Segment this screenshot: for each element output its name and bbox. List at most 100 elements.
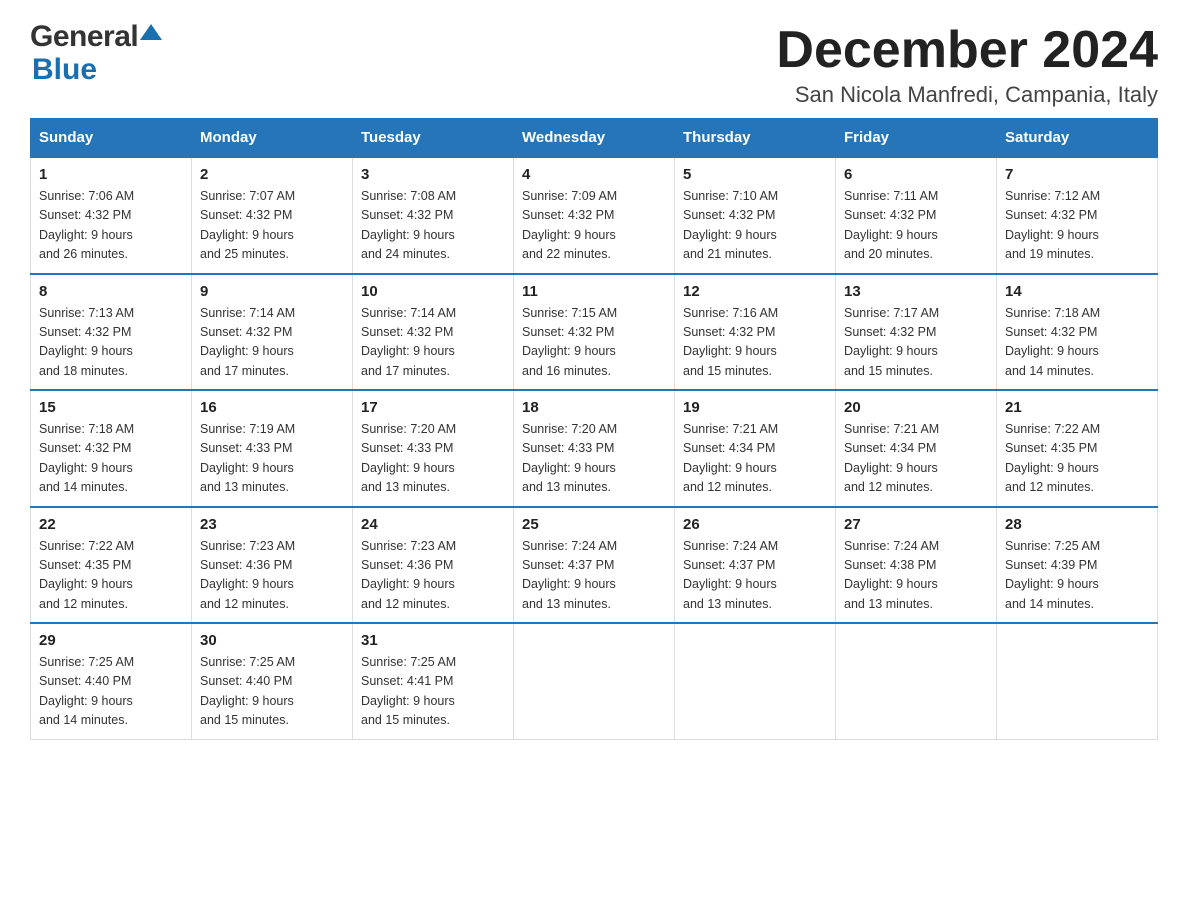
table-row: 20 Sunrise: 7:21 AMSunset: 4:34 PMDayligh…	[836, 390, 997, 507]
day-info: Sunrise: 7:07 AMSunset: 4:32 PMDaylight:…	[200, 187, 344, 265]
day-info: Sunrise: 7:12 AMSunset: 4:32 PMDaylight:…	[1005, 187, 1149, 265]
day-info: Sunrise: 7:17 AMSunset: 4:32 PMDaylight:…	[844, 304, 988, 382]
day-number: 13	[844, 283, 988, 300]
day-info: Sunrise: 7:22 AMSunset: 4:35 PMDaylight:…	[39, 537, 183, 615]
day-info: Sunrise: 7:18 AMSunset: 4:32 PMDaylight:…	[39, 420, 183, 498]
table-row: 19Sunrise: 7:21 AMSunset: 4:34 PMDayligh…	[675, 390, 836, 507]
day-number: 27	[844, 516, 988, 533]
table-row: 28Sunrise: 7:25 AMSunset: 4:39 PMDayligh…	[997, 507, 1158, 624]
day-number: 30	[200, 632, 344, 649]
day-number: 23	[200, 516, 344, 533]
day-number: 26	[683, 516, 827, 533]
day-info: Sunrise: 7:08 AMSunset: 4:32 PMDaylight:…	[361, 187, 505, 265]
day-number: 2	[200, 166, 344, 183]
day-number: 10	[361, 283, 505, 300]
day-info: Sunrise: 7:23 AMSunset: 4:36 PMDaylight:…	[361, 537, 505, 615]
day-number: 28	[1005, 516, 1149, 533]
day-info: Sunrise: 7:24 AMSunset: 4:37 PMDaylight:…	[683, 537, 827, 615]
day-number: 8	[39, 283, 183, 300]
table-row: 5 Sunrise: 7:10 AMSunset: 4:32 PMDaylight…	[675, 157, 836, 274]
day-number: 24	[361, 516, 505, 533]
day-info: Sunrise: 7:21 AMSunset: 4:34 PMDaylight:…	[683, 420, 827, 498]
day-info: Sunrise: 7:18 AMSunset: 4:32 PMDaylight:…	[1005, 304, 1149, 382]
table-row: 6 Sunrise: 7:11 AMSunset: 4:32 PMDaylight…	[836, 157, 997, 274]
table-row: 2 Sunrise: 7:07 AMSunset: 4:32 PMDaylight…	[192, 157, 353, 274]
day-number: 3	[361, 166, 505, 183]
day-number: 31	[361, 632, 505, 649]
day-info: Sunrise: 7:25 AMSunset: 4:40 PMDaylight:…	[200, 653, 344, 731]
day-number: 12	[683, 283, 827, 300]
day-info: Sunrise: 7:20 AMSunset: 4:33 PMDaylight:…	[361, 420, 505, 498]
table-row: 1 Sunrise: 7:06 AMSunset: 4:32 PMDaylight…	[31, 157, 192, 274]
table-row: 13 Sunrise: 7:17 AMSunset: 4:32 PMDayligh…	[836, 274, 997, 391]
day-info: Sunrise: 7:11 AMSunset: 4:32 PMDaylight:…	[844, 187, 988, 265]
table-row: 27Sunrise: 7:24 AMSunset: 4:38 PMDayligh…	[836, 507, 997, 624]
calendar-week-row: 8 Sunrise: 7:13 AMSunset: 4:32 PMDaylight…	[31, 274, 1158, 391]
table-row	[514, 623, 675, 739]
table-row: 18Sunrise: 7:20 AMSunset: 4:33 PMDayligh…	[514, 390, 675, 507]
table-row: 10Sunrise: 7:14 AMSunset: 4:32 PMDayligh…	[353, 274, 514, 391]
table-row	[836, 623, 997, 739]
month-title: December 2024	[776, 20, 1158, 80]
day-number: 29	[39, 632, 183, 649]
col-friday: Friday	[836, 119, 997, 158]
table-row: 26 Sunrise: 7:24 AMSunset: 4:37 PMDayligh…	[675, 507, 836, 624]
location-title: San Nicola Manfredi, Campania, Italy	[776, 82, 1158, 108]
table-row: 24 Sunrise: 7:23 AMSunset: 4:36 PMDayligh…	[353, 507, 514, 624]
day-info: Sunrise: 7:10 AMSunset: 4:32 PMDaylight:…	[683, 187, 827, 265]
day-info: Sunrise: 7:14 AMSunset: 4:32 PMDaylight:…	[200, 304, 344, 382]
table-row: 15 Sunrise: 7:18 AMSunset: 4:32 PMDayligh…	[31, 390, 192, 507]
table-row: 14 Sunrise: 7:18 AMSunset: 4:32 PMDayligh…	[997, 274, 1158, 391]
day-info: Sunrise: 7:06 AMSunset: 4:32 PMDaylight:…	[39, 187, 183, 265]
logo-blue-text: Blue	[32, 53, 97, 86]
day-number: 25	[522, 516, 666, 533]
day-number: 11	[522, 283, 666, 300]
calendar-header-row: Sunday Monday Tuesday Wednesday Thursday…	[31, 119, 1158, 158]
table-row: 12 Sunrise: 7:16 AMSunset: 4:32 PMDayligh…	[675, 274, 836, 391]
day-number: 15	[39, 399, 183, 416]
day-info: Sunrise: 7:13 AMSunset: 4:32 PMDaylight:…	[39, 304, 183, 382]
day-info: Sunrise: 7:20 AMSunset: 4:33 PMDaylight:…	[522, 420, 666, 498]
col-wednesday: Wednesday	[514, 119, 675, 158]
calendar-table: Sunday Monday Tuesday Wednesday Thursday…	[30, 118, 1158, 740]
day-info: Sunrise: 7:25 AMSunset: 4:40 PMDaylight:…	[39, 653, 183, 731]
day-number: 4	[522, 166, 666, 183]
table-row	[997, 623, 1158, 739]
table-row: 23 Sunrise: 7:23 AMSunset: 4:36 PMDayligh…	[192, 507, 353, 624]
table-row: 3 Sunrise: 7:08 AMSunset: 4:32 PMDaylight…	[353, 157, 514, 274]
day-number: 22	[39, 516, 183, 533]
day-number: 14	[1005, 283, 1149, 300]
day-info: Sunrise: 7:15 AMSunset: 4:32 PMDaylight:…	[522, 304, 666, 382]
day-number: 1	[39, 166, 183, 183]
calendar-week-row: 22 Sunrise: 7:22 AMSunset: 4:35 PMDayligh…	[31, 507, 1158, 624]
calendar-week-row: 1 Sunrise: 7:06 AMSunset: 4:32 PMDaylight…	[31, 157, 1158, 274]
day-number: 5	[683, 166, 827, 183]
logo: General Blue	[30, 20, 162, 86]
calendar-week-row: 15 Sunrise: 7:18 AMSunset: 4:32 PMDayligh…	[31, 390, 1158, 507]
day-info: Sunrise: 7:21 AMSunset: 4:34 PMDaylight:…	[844, 420, 988, 498]
day-number: 20	[844, 399, 988, 416]
table-row: 9 Sunrise: 7:14 AMSunset: 4:32 PMDaylight…	[192, 274, 353, 391]
day-info: Sunrise: 7:23 AMSunset: 4:36 PMDaylight:…	[200, 537, 344, 615]
day-info: Sunrise: 7:16 AMSunset: 4:32 PMDaylight:…	[683, 304, 827, 382]
table-row: 21 Sunrise: 7:22 AMSunset: 4:35 PMDayligh…	[997, 390, 1158, 507]
col-monday: Monday	[192, 119, 353, 158]
table-row: 8 Sunrise: 7:13 AMSunset: 4:32 PMDaylight…	[31, 274, 192, 391]
table-row: 22 Sunrise: 7:22 AMSunset: 4:35 PMDayligh…	[31, 507, 192, 624]
day-number: 21	[1005, 399, 1149, 416]
col-thursday: Thursday	[675, 119, 836, 158]
col-saturday: Saturday	[997, 119, 1158, 158]
table-row: 17Sunrise: 7:20 AMSunset: 4:33 PMDayligh…	[353, 390, 514, 507]
day-info: Sunrise: 7:25 AMSunset: 4:41 PMDaylight:…	[361, 653, 505, 731]
day-number: 7	[1005, 166, 1149, 183]
table-row	[675, 623, 836, 739]
table-row: 29 Sunrise: 7:25 AMSunset: 4:40 PMDayligh…	[31, 623, 192, 739]
day-info: Sunrise: 7:22 AMSunset: 4:35 PMDaylight:…	[1005, 420, 1149, 498]
day-info: Sunrise: 7:19 AMSunset: 4:33 PMDaylight:…	[200, 420, 344, 498]
table-row: 4 Sunrise: 7:09 AMSunset: 4:32 PMDaylight…	[514, 157, 675, 274]
day-number: 6	[844, 166, 988, 183]
table-row: 25Sunrise: 7:24 AMSunset: 4:37 PMDayligh…	[514, 507, 675, 624]
day-number: 9	[200, 283, 344, 300]
col-tuesday: Tuesday	[353, 119, 514, 158]
day-info: Sunrise: 7:09 AMSunset: 4:32 PMDaylight:…	[522, 187, 666, 265]
